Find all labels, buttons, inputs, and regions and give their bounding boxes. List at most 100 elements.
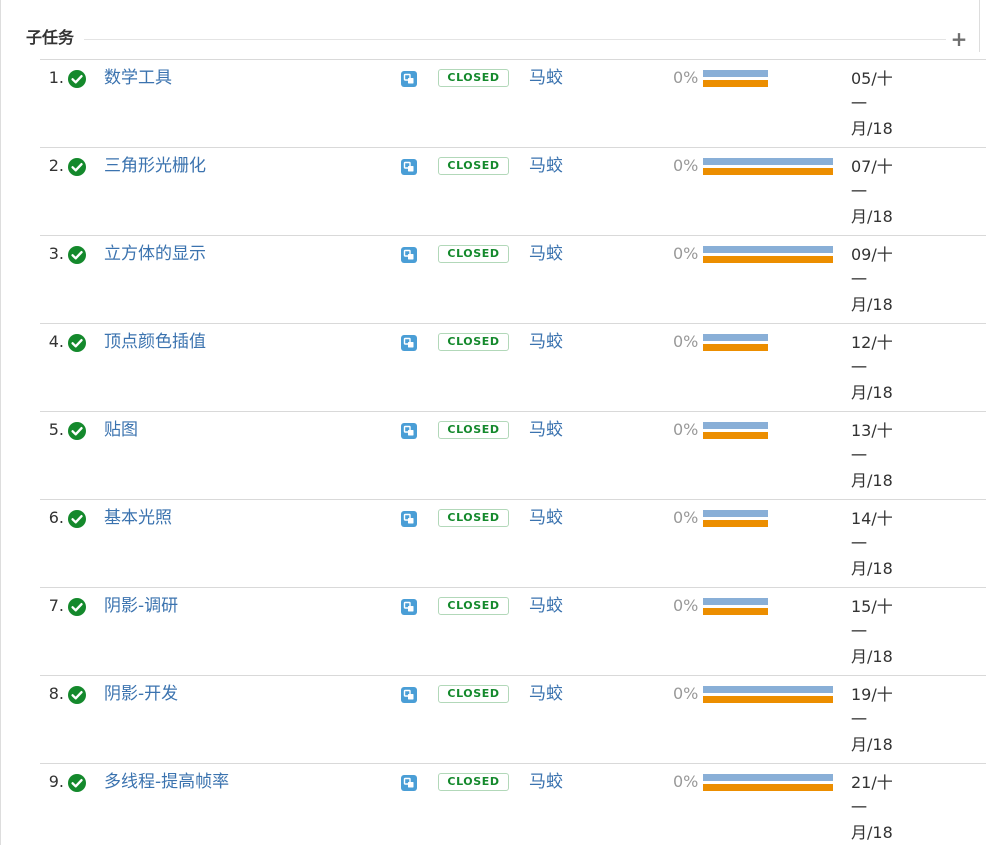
subtask-name-link[interactable]: 多线程-提高帧率 [104,772,229,792]
progress-percent: 0% [673,156,699,175]
due-date-line: 一 [851,710,868,729]
subtasks-panel: 子任务 + 1. 数学工具 CLOSED 马蛟 0% 05/十 一 月/18 2… [0,0,986,845]
due-date: 07/十 一 月/18 [851,154,911,229]
subtask-number: 8. [48,684,64,703]
progress-percent: 0% [673,244,699,263]
due-date-line: 一 [851,446,868,465]
due-date-line: 一 [851,622,868,641]
subtask-type-icon [401,247,417,263]
subtask-type-icon [401,423,417,439]
remaining-bar [703,432,768,439]
subtask-name-link[interactable]: 阴影-调研 [104,596,178,616]
subtask-type-icon [401,775,417,791]
due-date-line: 19/十 [851,685,893,704]
subtask-number: 3. [48,244,64,263]
progress-percent: 0% [673,332,699,351]
assignee-link[interactable]: 马蛟 [529,684,563,704]
status-badge: CLOSED [438,421,509,439]
subtask-name-link[interactable]: 基本光照 [104,508,172,528]
due-date: 15/十 一 月/18 [851,594,911,669]
due-date-line: 一 [851,270,868,289]
due-date-line: 一 [851,534,868,553]
remaining-bar [703,608,768,615]
remaining-bar [703,784,833,791]
subtask-type-icon [401,159,417,175]
due-date-line: 月/18 [851,647,893,666]
status-badge: CLOSED [438,157,509,175]
due-date: 05/十 一 月/18 [851,66,911,141]
remaining-bar [703,696,833,703]
check-circle-icon [68,598,86,616]
subtask-row: 5. 贴图 CLOSED 马蛟 0% 13/十 一 月/18 [40,411,986,499]
due-date-line: 月/18 [851,295,893,314]
estimate-bar [703,158,833,165]
subtask-name-link[interactable]: 立方体的显示 [104,244,206,264]
subtask-type-icon [401,511,417,527]
assignee-link[interactable]: 马蛟 [529,68,563,88]
assignee-link[interactable]: 马蛟 [529,420,563,440]
remaining-bar [703,520,768,527]
progress-percent: 0% [673,68,699,87]
estimate-bar [703,70,768,77]
progress-percent: 0% [673,772,699,791]
subtask-name-link[interactable]: 顶点颜色插值 [104,332,206,352]
progress-percent: 0% [673,508,699,527]
subtask-name-link[interactable]: 贴图 [104,420,138,440]
add-subtask-button[interactable]: + [950,29,968,49]
due-date: 19/十 一 月/18 [851,682,911,757]
assignee-link[interactable]: 马蛟 [529,596,563,616]
subtask-type-icon [401,71,417,87]
subtask-type-icon [401,335,417,351]
due-date-line: 07/十 [851,157,893,176]
subtask-row: 6. 基本光照 CLOSED 马蛟 0% 14/十 一 月/18 [40,499,986,587]
subtask-name-link[interactable]: 三角形光栅化 [104,156,206,176]
check-circle-icon [68,246,86,264]
subtask-row: 3. 立方体的显示 CLOSED 马蛟 0% 09/十 一 月/18 [40,235,986,323]
assignee-link[interactable]: 马蛟 [529,156,563,176]
check-circle-icon [68,686,86,704]
remaining-bar [703,344,768,351]
subtask-row: 4. 顶点颜色插值 CLOSED 马蛟 0% 12/十 一 月/18 [40,323,986,411]
check-circle-icon [68,774,86,792]
status-badge: CLOSED [438,597,509,615]
status-badge: CLOSED [438,333,509,351]
subtask-row: 2. 三角形光栅化 CLOSED 马蛟 0% 07/十 一 月/18 [40,147,986,235]
due-date-line: 05/十 [851,69,893,88]
status-badge: CLOSED [438,69,509,87]
check-circle-icon [68,510,86,528]
subtask-row: 9. 多线程-提高帧率 CLOSED 马蛟 0% 21/十 一 月/18 [40,763,986,845]
estimate-bar [703,774,833,781]
subtask-list: 1. 数学工具 CLOSED 马蛟 0% 05/十 一 月/18 2. 三角形光… [40,59,986,845]
assignee-link[interactable]: 马蛟 [529,772,563,792]
due-date: 12/十 一 月/18 [851,330,911,405]
due-date: 14/十 一 月/18 [851,506,911,581]
assignee-link[interactable]: 马蛟 [529,244,563,264]
subtask-name-link[interactable]: 数学工具 [104,68,172,88]
progress-percent: 0% [673,596,699,615]
subtask-number: 9. [48,772,64,791]
check-circle-icon [68,70,86,88]
progress-percent: 0% [673,684,699,703]
due-date-line: 月/18 [851,207,893,226]
header-divider [84,39,946,40]
subtask-type-icon [401,687,417,703]
assignee-link[interactable]: 马蛟 [529,332,563,352]
assignee-link[interactable]: 马蛟 [529,508,563,528]
remaining-bar [703,168,833,175]
subtask-row: 8. 阴影-开发 CLOSED 马蛟 0% 19/十 一 月/18 [40,675,986,763]
due-date-line: 12/十 [851,333,893,352]
due-date-line: 月/18 [851,823,893,842]
subtask-row: 7. 阴影-调研 CLOSED 马蛟 0% 15/十 一 月/18 [40,587,986,675]
subtask-number: 4. [48,332,64,351]
check-circle-icon [68,158,86,176]
subtask-number: 6. [48,508,64,527]
subtask-number: 5. [48,420,64,439]
due-date-line: 13/十 [851,421,893,440]
due-date-line: 一 [851,94,868,113]
remaining-bar [703,80,768,87]
subtask-name-link[interactable]: 阴影-开发 [104,684,178,704]
subtask-row: 1. 数学工具 CLOSED 马蛟 0% 05/十 一 月/18 [40,59,986,147]
due-date-line: 15/十 [851,597,893,616]
due-date: 21/十 一 月/18 [851,770,911,845]
estimate-bar [703,246,833,253]
